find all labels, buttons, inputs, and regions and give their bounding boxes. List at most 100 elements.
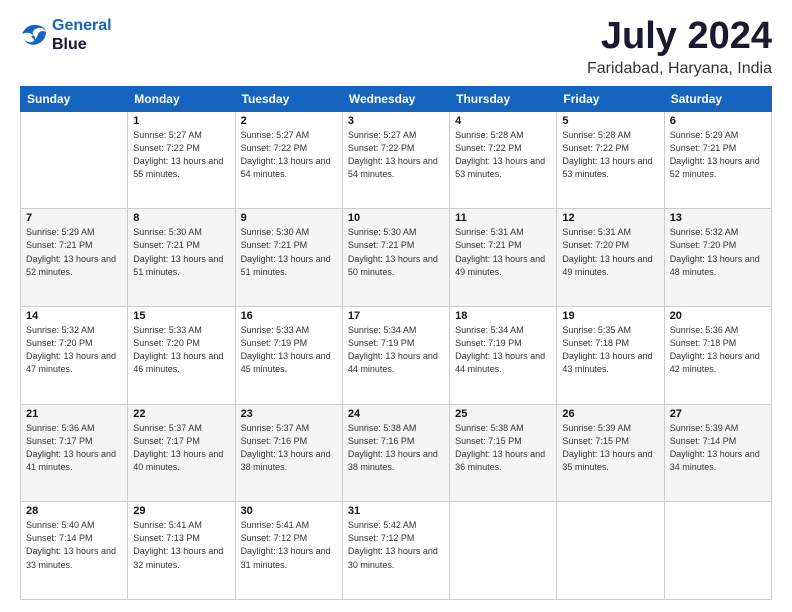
day-number: 7 xyxy=(26,212,122,224)
day-number: 3 xyxy=(348,115,444,127)
week-row-2: 7 Sunrise: 5:29 AM Sunset: 7:21 PM Dayli… xyxy=(21,209,772,307)
day-info: Sunrise: 5:42 AM Sunset: 7:12 PM Dayligh… xyxy=(348,519,444,571)
week-row-1: 1 Sunrise: 5:27 AM Sunset: 7:22 PM Dayli… xyxy=(21,111,772,209)
calendar-table: Sunday Monday Tuesday Wednesday Thursday… xyxy=(20,86,772,600)
calendar-cell xyxy=(557,502,664,600)
day-info: Sunrise: 5:38 AM Sunset: 7:15 PM Dayligh… xyxy=(455,422,551,474)
calendar-cell: 7 Sunrise: 5:29 AM Sunset: 7:21 PM Dayli… xyxy=(21,209,128,307)
day-info: Sunrise: 5:39 AM Sunset: 7:15 PM Dayligh… xyxy=(562,422,658,474)
week-row-5: 28 Sunrise: 5:40 AM Sunset: 7:14 PM Dayl… xyxy=(21,502,772,600)
day-number: 15 xyxy=(133,310,229,322)
day-number: 1 xyxy=(133,115,229,127)
calendar-cell xyxy=(450,502,557,600)
calendar-cell: 14 Sunrise: 5:32 AM Sunset: 7:20 PM Dayl… xyxy=(21,307,128,405)
calendar-cell: 4 Sunrise: 5:28 AM Sunset: 7:22 PM Dayli… xyxy=(450,111,557,209)
calendar-header-row: Sunday Monday Tuesday Wednesday Thursday… xyxy=(21,86,772,111)
day-info: Sunrise: 5:41 AM Sunset: 7:13 PM Dayligh… xyxy=(133,519,229,571)
calendar-cell xyxy=(21,111,128,209)
day-info: Sunrise: 5:37 AM Sunset: 7:16 PM Dayligh… xyxy=(241,422,337,474)
day-number: 12 xyxy=(562,212,658,224)
day-info: Sunrise: 5:28 AM Sunset: 7:22 PM Dayligh… xyxy=(455,129,551,181)
day-info: Sunrise: 5:34 AM Sunset: 7:19 PM Dayligh… xyxy=(348,324,444,376)
logo-text: General Blue xyxy=(52,16,112,54)
day-number: 16 xyxy=(241,310,337,322)
calendar-cell: 25 Sunrise: 5:38 AM Sunset: 7:15 PM Dayl… xyxy=(450,404,557,502)
day-number: 14 xyxy=(26,310,122,322)
day-number: 27 xyxy=(670,408,766,420)
subtitle: Faridabad, Haryana, India xyxy=(587,60,772,78)
calendar-cell: 2 Sunrise: 5:27 AM Sunset: 7:22 PM Dayli… xyxy=(235,111,342,209)
day-number: 29 xyxy=(133,505,229,517)
day-info: Sunrise: 5:27 AM Sunset: 7:22 PM Dayligh… xyxy=(133,129,229,181)
calendar-cell: 29 Sunrise: 5:41 AM Sunset: 7:13 PM Dayl… xyxy=(128,502,235,600)
day-info: Sunrise: 5:41 AM Sunset: 7:12 PM Dayligh… xyxy=(241,519,337,571)
day-number: 10 xyxy=(348,212,444,224)
day-number: 8 xyxy=(133,212,229,224)
day-number: 19 xyxy=(562,310,658,322)
calendar-cell: 8 Sunrise: 5:30 AM Sunset: 7:21 PM Dayli… xyxy=(128,209,235,307)
day-info: Sunrise: 5:39 AM Sunset: 7:14 PM Dayligh… xyxy=(670,422,766,474)
day-info: Sunrise: 5:31 AM Sunset: 7:21 PM Dayligh… xyxy=(455,226,551,278)
day-info: Sunrise: 5:27 AM Sunset: 7:22 PM Dayligh… xyxy=(348,129,444,181)
calendar-cell: 21 Sunrise: 5:36 AM Sunset: 7:17 PM Dayl… xyxy=(21,404,128,502)
day-number: 17 xyxy=(348,310,444,322)
logo: General Blue xyxy=(20,16,112,54)
calendar-cell: 5 Sunrise: 5:28 AM Sunset: 7:22 PM Dayli… xyxy=(557,111,664,209)
day-info: Sunrise: 5:30 AM Sunset: 7:21 PM Dayligh… xyxy=(241,226,337,278)
calendar-cell: 13 Sunrise: 5:32 AM Sunset: 7:20 PM Dayl… xyxy=(664,209,771,307)
calendar-cell: 9 Sunrise: 5:30 AM Sunset: 7:21 PM Dayli… xyxy=(235,209,342,307)
day-number: 21 xyxy=(26,408,122,420)
day-info: Sunrise: 5:31 AM Sunset: 7:20 PM Dayligh… xyxy=(562,226,658,278)
day-info: Sunrise: 5:29 AM Sunset: 7:21 PM Dayligh… xyxy=(670,129,766,181)
day-info: Sunrise: 5:29 AM Sunset: 7:21 PM Dayligh… xyxy=(26,226,122,278)
calendar-cell: 27 Sunrise: 5:39 AM Sunset: 7:14 PM Dayl… xyxy=(664,404,771,502)
day-number: 6 xyxy=(670,115,766,127)
day-number: 9 xyxy=(241,212,337,224)
day-info: Sunrise: 5:33 AM Sunset: 7:19 PM Dayligh… xyxy=(241,324,337,376)
day-number: 18 xyxy=(455,310,551,322)
week-row-3: 14 Sunrise: 5:32 AM Sunset: 7:20 PM Dayl… xyxy=(21,307,772,405)
day-info: Sunrise: 5:36 AM Sunset: 7:18 PM Dayligh… xyxy=(670,324,766,376)
day-info: Sunrise: 5:28 AM Sunset: 7:22 PM Dayligh… xyxy=(562,129,658,181)
day-number: 20 xyxy=(670,310,766,322)
calendar-cell: 10 Sunrise: 5:30 AM Sunset: 7:21 PM Dayl… xyxy=(342,209,449,307)
calendar-cell: 22 Sunrise: 5:37 AM Sunset: 7:17 PM Dayl… xyxy=(128,404,235,502)
calendar-cell: 30 Sunrise: 5:41 AM Sunset: 7:12 PM Dayl… xyxy=(235,502,342,600)
col-monday: Monday xyxy=(128,86,235,111)
day-info: Sunrise: 5:30 AM Sunset: 7:21 PM Dayligh… xyxy=(348,226,444,278)
day-info: Sunrise: 5:30 AM Sunset: 7:21 PM Dayligh… xyxy=(133,226,229,278)
calendar-cell: 16 Sunrise: 5:33 AM Sunset: 7:19 PM Dayl… xyxy=(235,307,342,405)
day-info: Sunrise: 5:32 AM Sunset: 7:20 PM Dayligh… xyxy=(670,226,766,278)
calendar-cell: 1 Sunrise: 5:27 AM Sunset: 7:22 PM Dayli… xyxy=(128,111,235,209)
col-wednesday: Wednesday xyxy=(342,86,449,111)
week-row-4: 21 Sunrise: 5:36 AM Sunset: 7:17 PM Dayl… xyxy=(21,404,772,502)
header: General Blue July 2024 Faridabad, Haryan… xyxy=(20,16,772,78)
day-number: 5 xyxy=(562,115,658,127)
calendar-cell: 18 Sunrise: 5:34 AM Sunset: 7:19 PM Dayl… xyxy=(450,307,557,405)
calendar-cell: 31 Sunrise: 5:42 AM Sunset: 7:12 PM Dayl… xyxy=(342,502,449,600)
col-sunday: Sunday xyxy=(21,86,128,111)
day-info: Sunrise: 5:32 AM Sunset: 7:20 PM Dayligh… xyxy=(26,324,122,376)
day-number: 2 xyxy=(241,115,337,127)
col-tuesday: Tuesday xyxy=(235,86,342,111)
day-number: 28 xyxy=(26,505,122,517)
calendar-cell: 6 Sunrise: 5:29 AM Sunset: 7:21 PM Dayli… xyxy=(664,111,771,209)
calendar-cell: 17 Sunrise: 5:34 AM Sunset: 7:19 PM Dayl… xyxy=(342,307,449,405)
day-info: Sunrise: 5:27 AM Sunset: 7:22 PM Dayligh… xyxy=(241,129,337,181)
day-number: 4 xyxy=(455,115,551,127)
calendar-cell: 28 Sunrise: 5:40 AM Sunset: 7:14 PM Dayl… xyxy=(21,502,128,600)
day-number: 11 xyxy=(455,212,551,224)
calendar-cell: 20 Sunrise: 5:36 AM Sunset: 7:18 PM Dayl… xyxy=(664,307,771,405)
col-saturday: Saturday xyxy=(664,86,771,111)
day-number: 30 xyxy=(241,505,337,517)
calendar-cell: 15 Sunrise: 5:33 AM Sunset: 7:20 PM Dayl… xyxy=(128,307,235,405)
day-info: Sunrise: 5:40 AM Sunset: 7:14 PM Dayligh… xyxy=(26,519,122,571)
day-number: 25 xyxy=(455,408,551,420)
day-number: 23 xyxy=(241,408,337,420)
logo-icon xyxy=(20,23,48,47)
day-number: 31 xyxy=(348,505,444,517)
day-info: Sunrise: 5:33 AM Sunset: 7:20 PM Dayligh… xyxy=(133,324,229,376)
calendar-cell: 24 Sunrise: 5:38 AM Sunset: 7:16 PM Dayl… xyxy=(342,404,449,502)
day-info: Sunrise: 5:37 AM Sunset: 7:17 PM Dayligh… xyxy=(133,422,229,474)
main-title: July 2024 xyxy=(587,16,772,58)
